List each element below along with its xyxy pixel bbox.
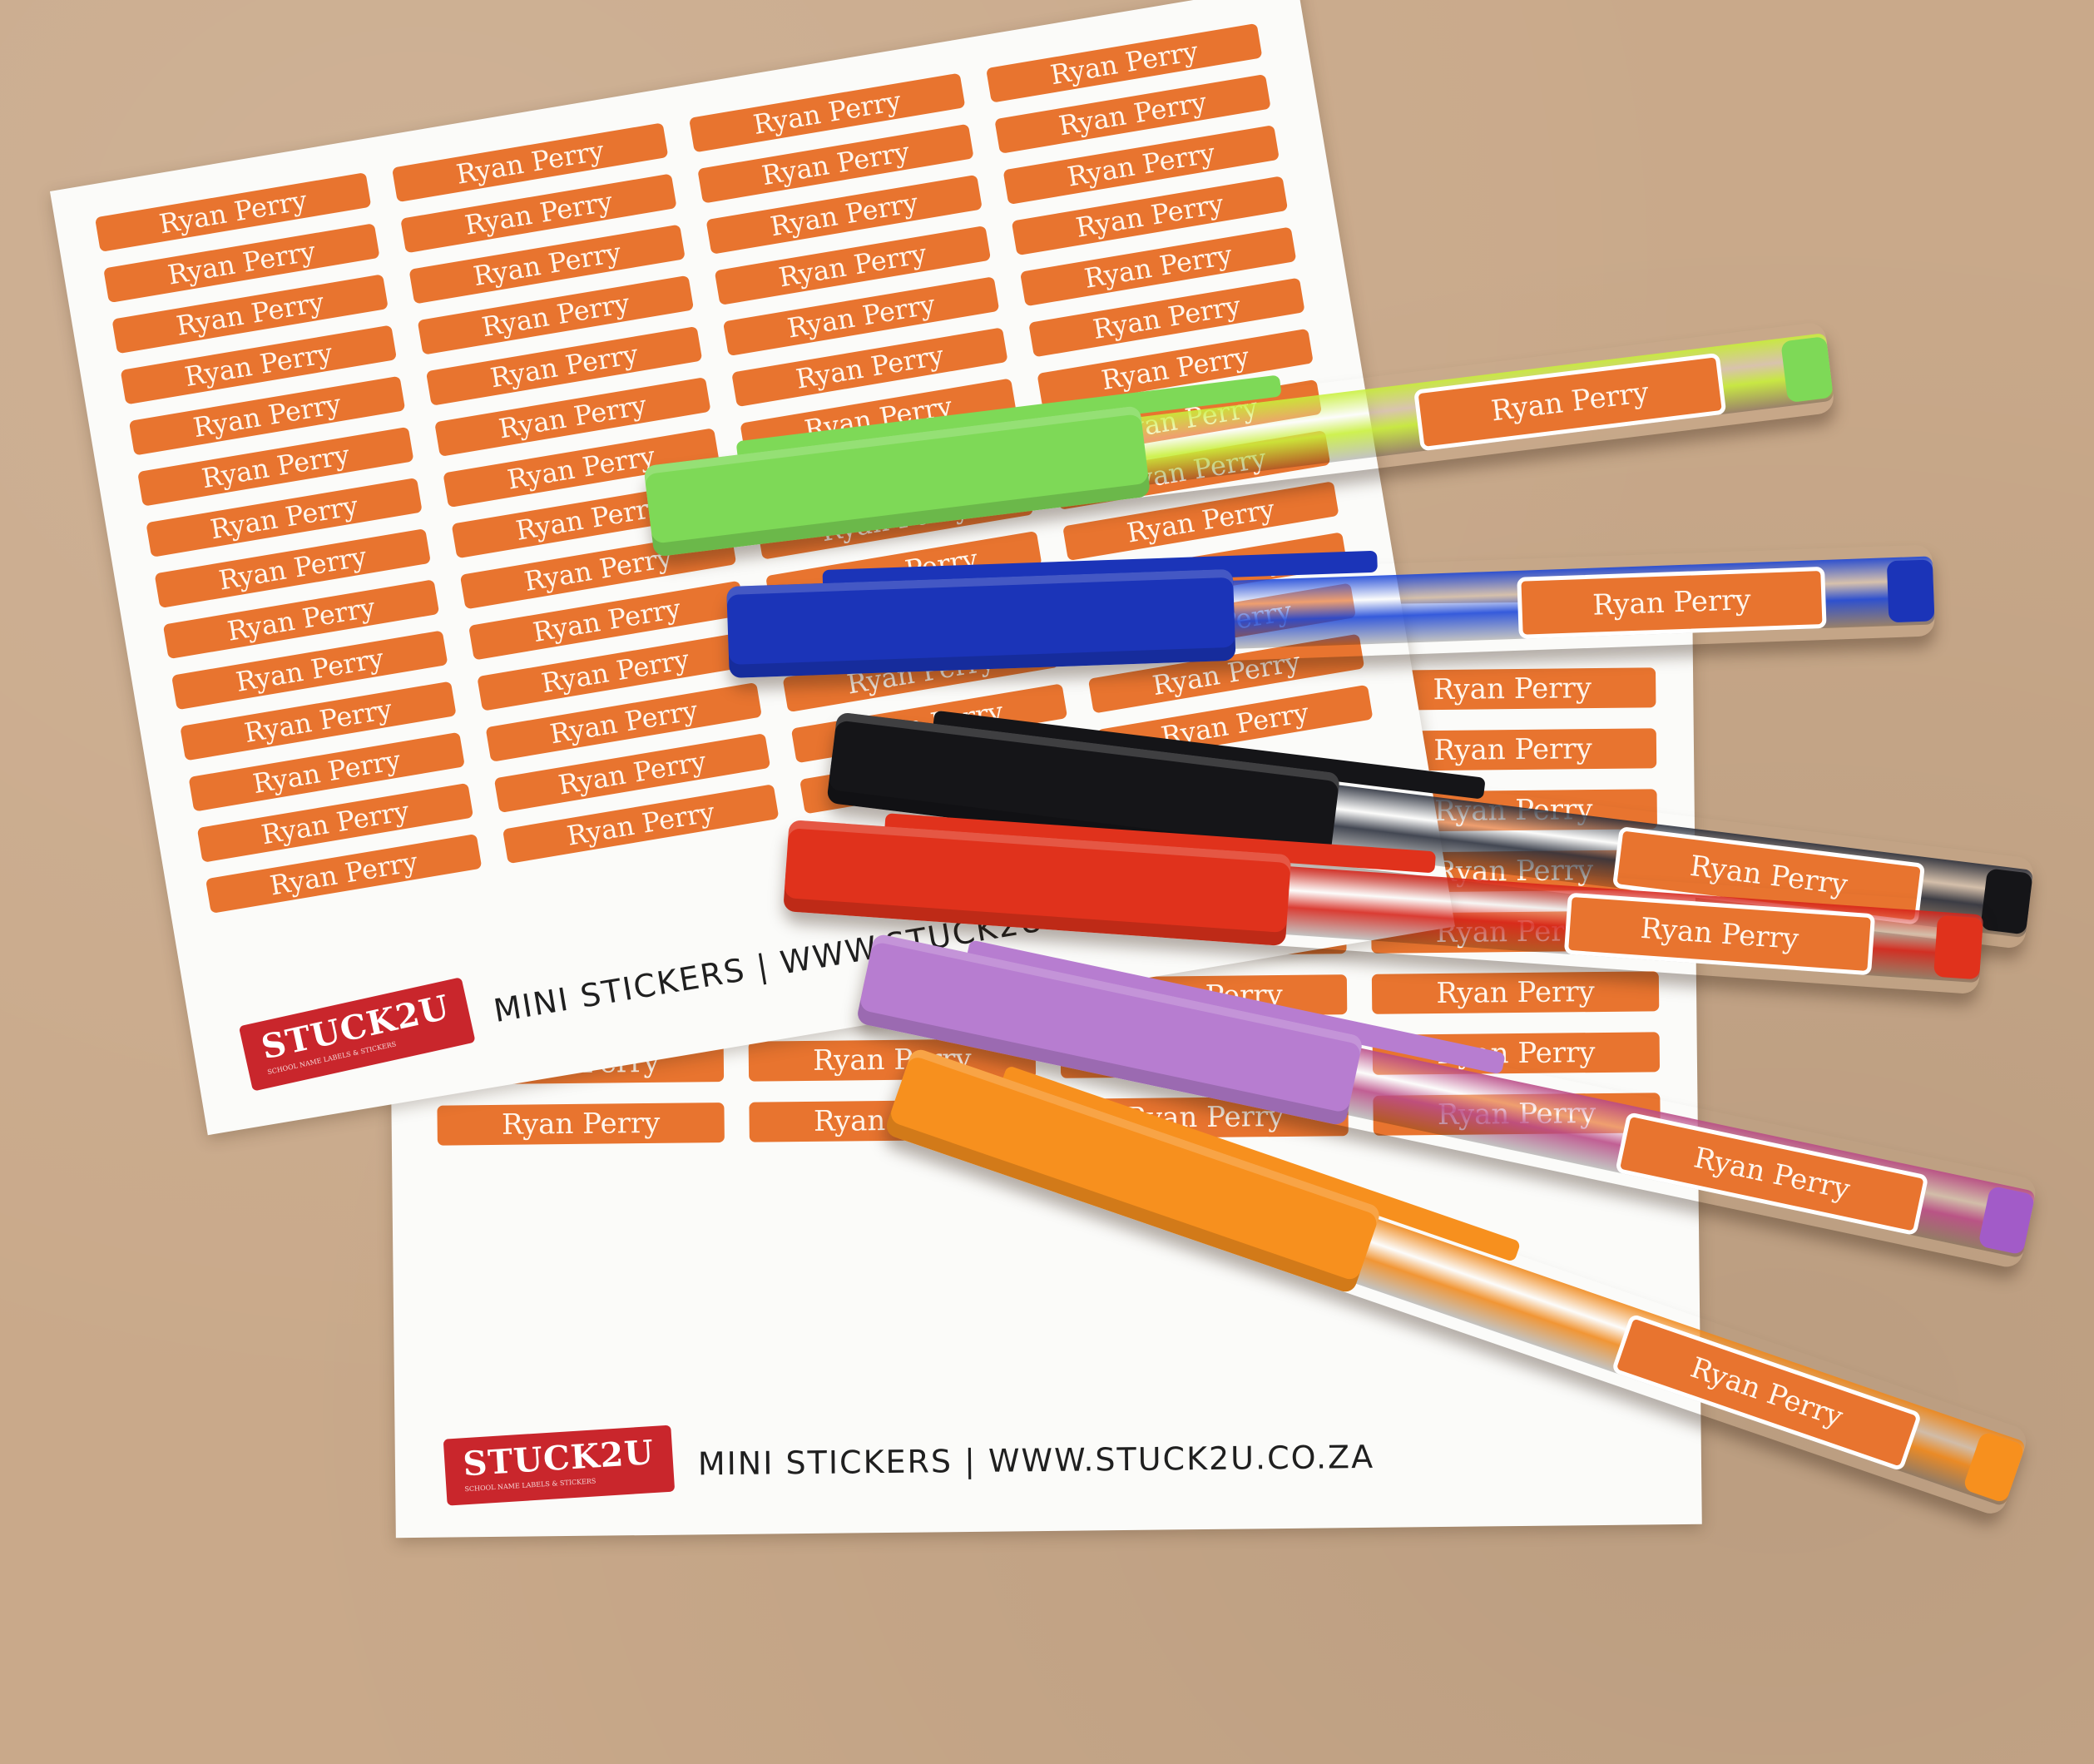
pen-cap: [726, 568, 1236, 678]
stuck2u-logo: STUCK2U SCHOOL NAME LABELS & STICKERS: [238, 977, 476, 1092]
pen-end-cap: [1780, 336, 1834, 404]
footer-text: MINI STICKERS | WWW.STUCK2U.CO.ZA: [697, 1438, 1375, 1483]
sheet-footer-back: STUCK2U SCHOOL NAME LABELS & STICKERS MI…: [443, 1424, 1375, 1506]
pen-name-sticker: Ryan Perry: [1517, 566, 1827, 639]
photo-scene: Ryan Perry Ryan Perry Ryan Perry Ryan Perry…: [0, 0, 2094, 1764]
name-sticker: Ryan Perry: [437, 1102, 725, 1146]
stuck2u-logo: STUCK2U SCHOOL NAME LABELS & STICKERS: [443, 1425, 676, 1506]
pen-end-cap: [1980, 868, 2033, 935]
name-sticker: Ryan Perry: [1371, 971, 1660, 1014]
pen-end-cap: [1886, 559, 1935, 623]
pen-end-cap: [1933, 914, 1984, 980]
